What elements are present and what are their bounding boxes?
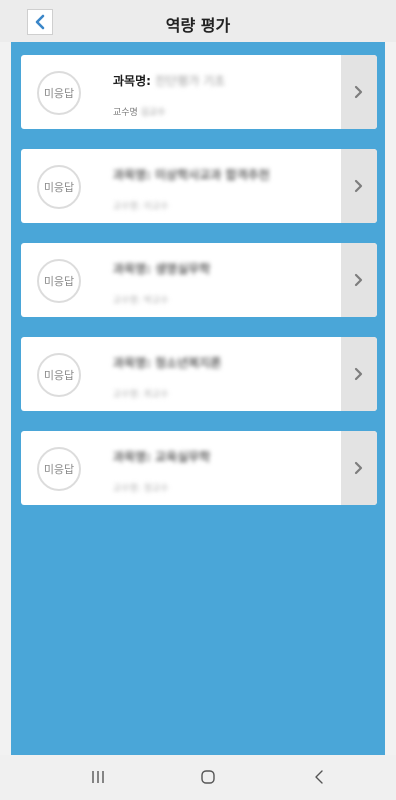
professor-label: 교수명:: [113, 484, 141, 494]
recent-apps-button[interactable]: [86, 767, 110, 787]
course-list: 미응답 과목명: 진단평가 기초 교수명 김교수 미응답 과목명: 미상학사교과…: [11, 42, 385, 755]
course-name: 생명실무학: [155, 262, 211, 276]
back-icon: [315, 770, 323, 784]
professor-line: 교수명: 박교수: [113, 293, 169, 306]
course-card[interactable]: 미응답 과목명: 생명실무학 교수명: 박교수: [21, 243, 377, 317]
course-name: 진단평가 기초: [155, 74, 226, 88]
home-button[interactable]: [196, 767, 220, 787]
course-title: 과목명: 미상학사교과 합격추천: [113, 166, 270, 183]
professor-line: 교수명: 최교수: [113, 387, 169, 400]
system-navigation-bar: [0, 755, 396, 800]
professor-line: 교수명: 정교수: [113, 481, 169, 494]
professor-name: 김교수: [140, 108, 166, 118]
status-badge: 미응답: [37, 259, 81, 303]
status-badge: 미응답: [37, 353, 81, 397]
status-badge: 미응답: [37, 447, 81, 491]
course-name: 청소년복지론: [155, 356, 222, 370]
status-badge: 미응답: [37, 71, 81, 115]
course-name: 교육실무학: [155, 450, 211, 464]
course-label: 과목명:: [113, 450, 151, 464]
professor-name: 최교수: [143, 390, 169, 400]
professor-label: 교수명:: [113, 202, 141, 212]
professor-line: 교수명 김교수: [113, 105, 166, 118]
professor-name: 박교수: [143, 296, 169, 306]
system-back-button[interactable]: [307, 767, 331, 787]
chevron-right-icon: [354, 273, 363, 287]
app-header: 역량 평가: [0, 0, 396, 42]
course-label: 과목명:: [113, 74, 151, 88]
page-title: 역량 평가: [165, 16, 231, 35]
open-course-button[interactable]: [341, 55, 377, 129]
chevron-right-icon: [354, 367, 363, 381]
course-title: 과목명: 교육실무학: [113, 448, 210, 465]
professor-label: 교수명: [113, 108, 138, 118]
open-course-button[interactable]: [341, 337, 377, 411]
course-title: 과목명: 생명실무학: [113, 260, 210, 277]
course-label: 과목명:: [113, 168, 151, 182]
course-name: 미상학사교과 합격추천: [155, 168, 270, 182]
course-card[interactable]: 미응답 과목명: 교육실무학 교수명: 정교수: [21, 431, 377, 505]
course-card[interactable]: 미응답 과목명: 진단평가 기초 교수명 김교수: [21, 55, 377, 129]
professor-label: 교수명:: [113, 296, 141, 306]
open-course-button[interactable]: [341, 431, 377, 505]
recent-apps-icon: [92, 771, 104, 783]
chevron-right-icon: [354, 461, 363, 475]
home-icon: [201, 770, 215, 784]
open-course-button[interactable]: [341, 149, 377, 223]
course-title: 과목명: 진단평가 기초: [113, 72, 225, 89]
course-title: 과목명: 청소년복지론: [113, 354, 221, 371]
course-card[interactable]: 미응답 과목명: 청소년복지론 교수명: 최교수: [21, 337, 377, 411]
status-badge: 미응답: [37, 165, 81, 209]
professor-name: 이교수: [143, 202, 169, 212]
professor-label: 교수명:: [113, 390, 141, 400]
chevron-right-icon: [354, 85, 363, 99]
course-label: 과목명:: [113, 262, 151, 276]
course-card[interactable]: 미응답 과목명: 미상학사교과 합격추천 교수명: 이교수: [21, 149, 377, 223]
open-course-button[interactable]: [341, 243, 377, 317]
professor-line: 교수명: 이교수: [113, 199, 169, 212]
chevron-right-icon: [354, 179, 363, 193]
course-label: 과목명:: [113, 356, 151, 370]
professor-name: 정교수: [143, 484, 169, 494]
